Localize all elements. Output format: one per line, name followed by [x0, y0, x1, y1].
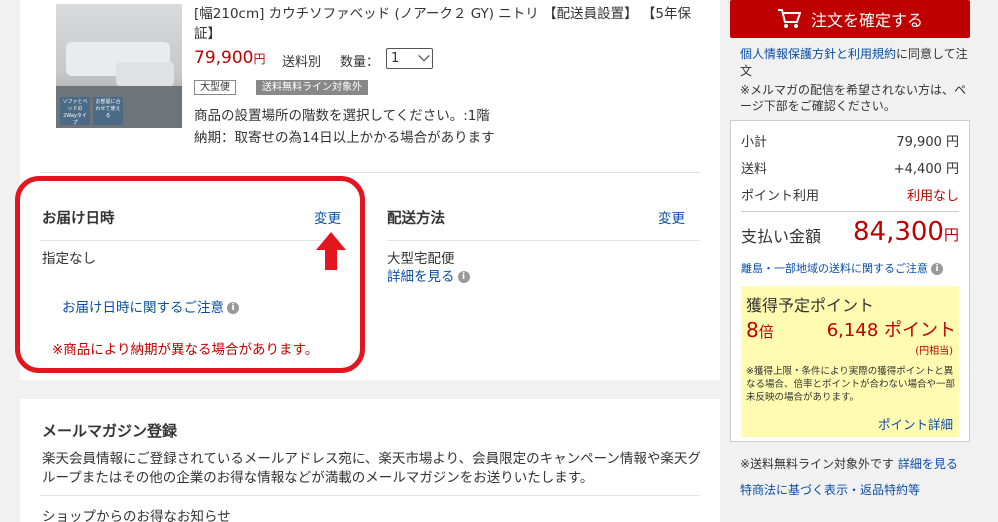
points-note: ※獲得上限・条件により実際の獲得ポイントと異なる場合、倍率とポイントが合わない場…	[746, 366, 956, 403]
points-multiplier: 8倍	[746, 318, 774, 342]
mail-magazine-text: 楽天会員情報にご登録されているメールアドレス宛に、楽天市場より、会員限定のキャン…	[42, 451, 701, 486]
shipping-method-detail-link[interactable]: 詳細を見る i	[387, 265, 470, 285]
thumb-tag: お部屋に合わせて使える	[93, 97, 123, 125]
shipping-type: 送料別	[282, 55, 322, 70]
total-label: 支払い金額	[741, 227, 822, 246]
product-price: 79,900円	[194, 48, 266, 68]
shop-news-label: ショップからのお得なお知らせ	[42, 509, 231, 522]
shipping-method-change-link[interactable]: 変更	[658, 207, 685, 227]
mail-opt-out-note: ※メルマガの配信を希望されない方は、ページ下部をご確認ください。	[740, 83, 967, 113]
free-shipping-detail-link[interactable]: 詳細を見る	[898, 457, 958, 471]
legal-notice-link[interactable]: 特商法に基づく表示・返品特約等	[740, 481, 920, 498]
points-value: 6,148 ポイント	[826, 320, 956, 341]
free-shipping-excluded-badge: 送料無料ライン対象外	[256, 80, 368, 95]
divider	[741, 211, 959, 212]
info-icon: i	[931, 263, 943, 275]
points-detail-link[interactable]: ポイント詳細	[878, 414, 953, 433]
free-shipping-excluded-note: ※送料無料ライン対象外です 詳細を見る	[740, 457, 958, 471]
confirm-order-button[interactable]: 注文を確定する	[730, 0, 970, 38]
product-thumbnail[interactable]: ソファとベッドの2Wayタイプ お部屋に合わせて使える	[56, 4, 182, 128]
product-title[interactable]: [幅210cm] カウチソファベッド (ノアーク２ GY) ニトリ 【配送員設置…	[194, 4, 699, 44]
divider	[40, 495, 700, 496]
quantity-label: 数量：	[340, 55, 380, 70]
points-yen-equiv: (円相当)	[915, 346, 953, 357]
island-shipping-link[interactable]: 離島・一部地域の送料に関するご注意 i	[741, 260, 943, 276]
delivery-lead-note: 納期：取寄せの為14日以上かかる場合があります	[194, 130, 495, 146]
shipping-method-value: 大型宅配便	[387, 251, 455, 267]
privacy-terms-link[interactable]: 個人情報保護方針と利用規約	[740, 47, 896, 61]
points-box: 獲得予定ポイント 8倍 6,148 ポイント (円相当) ※獲得上限・条件により…	[741, 286, 959, 437]
subtotal-row: 小計 79,900 円	[741, 135, 959, 150]
points-title: 獲得予定ポイント	[746, 296, 875, 315]
highlight-box	[15, 176, 365, 373]
info-icon: i	[457, 271, 470, 283]
shipping-method-title: 配送方法	[387, 211, 445, 227]
divider	[40, 172, 700, 173]
thumb-tag: ソファとベッドの2Wayタイプ	[60, 97, 90, 126]
chevron-down-icon	[418, 50, 430, 62]
sofa-chaise-shape	[116, 62, 174, 86]
points-use-row: ポイント利用 利用なし	[741, 189, 959, 204]
quantity-select[interactable]: 1	[386, 48, 433, 69]
large-delivery-badge: 大型便	[194, 80, 236, 95]
up-arrow-icon	[316, 232, 346, 270]
agreement-text: 個人情報保護方針と利用規約に同意して注文	[740, 47, 968, 78]
mail-magazine-title: メールマガジン登録	[42, 422, 178, 440]
shipping-row: 送料 +4,400 円	[741, 162, 959, 177]
order-summary: 小計 79,900 円 送料 +4,400 円 ポイント利用 利用なし 支払い金額 8…	[730, 120, 970, 442]
confirm-order-label: 注文を確定する	[810, 11, 923, 30]
cart-icon	[777, 9, 801, 28]
total-amount: 84,300円	[853, 217, 959, 247]
floor-note: 商品の設置場所の階数を選択してください。:1階	[194, 108, 490, 124]
divider	[387, 240, 700, 241]
